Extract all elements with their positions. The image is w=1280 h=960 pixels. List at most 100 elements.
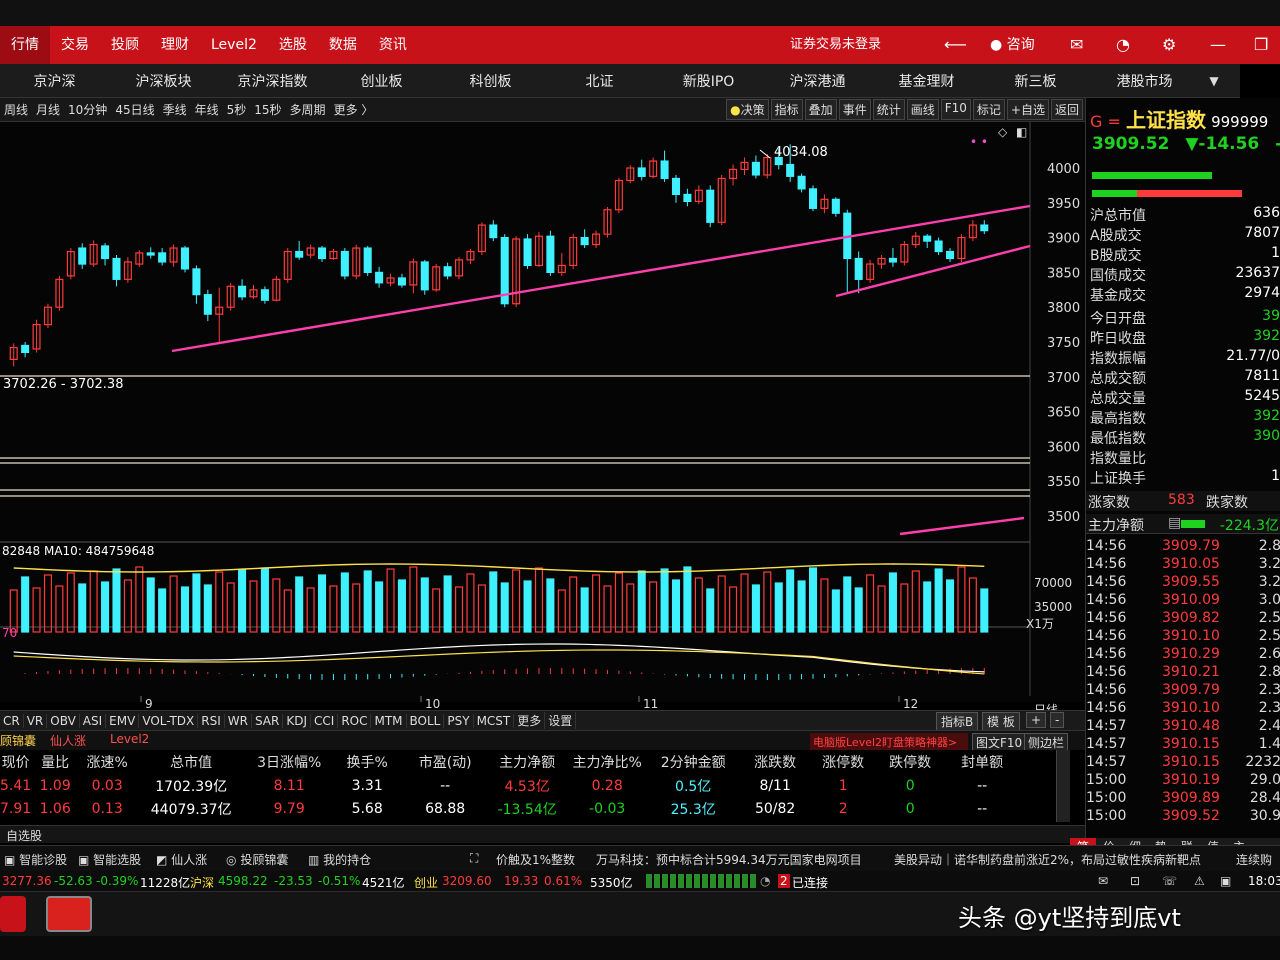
tray-icon-4[interactable]: ▣ bbox=[1220, 874, 1231, 888]
period-5sec[interactable]: 5秒 bbox=[223, 101, 251, 118]
mail-icon[interactable]: ✉ bbox=[1070, 26, 1083, 64]
trading-app-icon[interactable] bbox=[46, 896, 92, 932]
col-price[interactable]: 现价 bbox=[0, 750, 31, 774]
menu-quotes[interactable]: 行情 bbox=[0, 26, 50, 64]
ind-mtm[interactable]: MTM bbox=[371, 713, 407, 728]
kline-chart-area[interactable]: 4000 3950 3900 3850 3800 3750 3700 3650 3600 3550… bbox=[0, 122, 1085, 717]
tool-event[interactable]: 事件 bbox=[838, 99, 871, 120]
chart-pie-icon[interactable]: ◔ bbox=[1116, 26, 1130, 64]
tray-icon-1[interactable]: ⊡ bbox=[1130, 874, 1140, 888]
ind-obv[interactable]: OBV bbox=[47, 713, 80, 728]
menu-stock-picker[interactable]: 选股 bbox=[268, 26, 318, 64]
tab-connect[interactable]: 沪深港通 bbox=[763, 71, 872, 91]
tab-neeq[interactable]: 新三板 bbox=[981, 71, 1090, 91]
minimize-icon[interactable]: — bbox=[1210, 26, 1226, 64]
period-month[interactable]: 月线 bbox=[32, 101, 64, 118]
tab-ipo[interactable]: 新股IPO bbox=[654, 71, 763, 91]
login-status[interactable]: 证券交易未登录 bbox=[790, 26, 881, 64]
table-row[interactable]: 7.91 1.06 0.13 44079.37亿 9.79 5.68 68.88… bbox=[0, 797, 1019, 820]
ind-roc[interactable]: ROC bbox=[338, 713, 372, 728]
tab-hk[interactable]: 港股市场 bbox=[1090, 71, 1199, 91]
tab-self-select[interactable]: 自选股 bbox=[6, 827, 42, 844]
menu-level2[interactable]: Level2 bbox=[200, 26, 268, 64]
tray-icon-3[interactable]: ⚠ bbox=[1194, 874, 1205, 888]
zoom-in-button[interactable]: + bbox=[1026, 712, 1047, 728]
ind-wr[interactable]: WR bbox=[225, 713, 252, 728]
tab-level2[interactable]: Level2 bbox=[110, 732, 149, 746]
tool-draw[interactable]: 画线 bbox=[906, 99, 939, 120]
news-alert-4[interactable]: 连续购 bbox=[1236, 851, 1272, 868]
menu-news[interactable]: 资讯 bbox=[368, 26, 418, 64]
period-15sec[interactable]: 15秒 bbox=[250, 101, 285, 118]
level2-promo-link[interactable]: 电脑版Level2盯盘策略神器> bbox=[810, 733, 968, 750]
col-limit-up[interactable]: 涨停数 bbox=[811, 750, 875, 774]
col-2min-amt[interactable]: 2分钟金额 bbox=[647, 750, 739, 774]
col-pe[interactable]: 市盈(动) bbox=[403, 750, 487, 774]
tab-sector[interactable]: 沪深板块 bbox=[109, 71, 218, 91]
ind-cr[interactable]: CR bbox=[0, 713, 24, 728]
restore-icon[interactable]: ❐ bbox=[1254, 26, 1268, 64]
consult-button[interactable]: ● 咨询 bbox=[990, 26, 1035, 64]
ind-more[interactable]: 更多 bbox=[514, 712, 546, 729]
tool-add-watch[interactable]: +自选 bbox=[1006, 99, 1049, 120]
table-row[interactable]: 5.41 1.09 0.03 1702.39亿 8.11 3.31 -- 4.5… bbox=[0, 774, 1019, 797]
period-more[interactable]: 更多 〉 bbox=[330, 101, 378, 118]
menu-trade[interactable]: 交易 bbox=[50, 26, 100, 64]
news-alert-1[interactable]: 价触及1%整数 bbox=[496, 851, 575, 868]
ind-emv[interactable]: EMV bbox=[106, 713, 140, 728]
ind-psy[interactable]: PSY bbox=[444, 713, 474, 728]
tool-f10[interactable]: F10 bbox=[940, 99, 971, 120]
ind-settings[interactable]: 设置 bbox=[545, 712, 577, 729]
tool-my-holdings[interactable]: ▥ 我的持仓 bbox=[308, 851, 371, 868]
col-main-ratio[interactable]: 主力净比% bbox=[567, 750, 647, 774]
tool-indicator[interactable]: 指标 bbox=[770, 99, 803, 120]
tool-smart-diagnose[interactable]: ▣ 智能诊股 bbox=[4, 851, 67, 868]
gear-icon[interactable]: ⚙ bbox=[1162, 26, 1176, 64]
period-year[interactable]: 年线 bbox=[191, 101, 223, 118]
indicator-b-button[interactable]: 指标B bbox=[936, 712, 979, 731]
ind-vr[interactable]: VR bbox=[24, 713, 48, 728]
ind-cci[interactable]: CCI bbox=[311, 713, 339, 728]
tool-smart-select[interactable]: ▣ 智能选股 bbox=[78, 851, 141, 868]
period-quarter[interactable]: 季线 bbox=[159, 101, 191, 118]
period-week[interactable]: 周线 bbox=[0, 101, 32, 118]
template-button[interactable]: 模 板 bbox=[982, 712, 1020, 731]
period-45day[interactable]: 45日线 bbox=[111, 101, 158, 118]
period-10min[interactable]: 10分钟 bbox=[64, 101, 111, 118]
tool-stats[interactable]: 统计 bbox=[872, 99, 905, 120]
tool-overlay[interactable]: 叠加 bbox=[804, 99, 837, 120]
tool-decision[interactable]: ●决策 bbox=[726, 99, 769, 120]
ind-asi[interactable]: ASI bbox=[80, 713, 107, 728]
menu-finance[interactable]: 理财 bbox=[150, 26, 200, 64]
ind-sar[interactable]: SAR bbox=[252, 713, 284, 728]
col-speed[interactable]: 涨速% bbox=[79, 750, 135, 774]
col-turnover[interactable]: 换手% bbox=[331, 750, 403, 774]
tab-funds[interactable]: 基金理财 bbox=[872, 71, 981, 91]
col-limit-down[interactable]: 跌停数 bbox=[875, 750, 945, 774]
kline-svg[interactable]: 4000 3950 3900 3850 3800 3750 3700 3650 3600 3550… bbox=[0, 122, 1085, 722]
mail-tray-icon[interactable]: ✉ bbox=[1098, 874, 1108, 888]
news-alert-3[interactable]: 美股异动｜诺华制药盘前涨近2%，布局过敏性疾病新靶点 bbox=[894, 851, 1201, 868]
menu-advisor[interactable]: 投顾 bbox=[100, 26, 150, 64]
ind-mcst[interactable]: MCST bbox=[474, 713, 515, 728]
tool-xianrenzhang[interactable]: ◩ 仙人涨 bbox=[156, 851, 207, 868]
ind-vol-tdx[interactable]: VOL-TDX bbox=[139, 713, 199, 728]
tab-xianrenzhang[interactable]: 仙人涨 bbox=[50, 732, 86, 749]
expand-icon[interactable]: ⛶ bbox=[470, 851, 478, 866]
col-mktcap[interactable]: 总市值 bbox=[135, 750, 247, 774]
tab-index[interactable]: 京沪深指数 bbox=[218, 71, 327, 91]
tab-bj-sh-sz[interactable]: 京沪深 bbox=[0, 71, 109, 91]
col-main-net[interactable]: 主力净额 bbox=[487, 750, 567, 774]
tool-back[interactable]: 返回 bbox=[1050, 99, 1083, 120]
menu-data[interactable]: 数据 bbox=[318, 26, 368, 64]
col-3day[interactable]: 3日涨幅% bbox=[247, 750, 331, 774]
news-alert-2[interactable]: 万马科技：预中标合计5994.34万元国家电网项目 bbox=[596, 851, 862, 868]
tab-star[interactable]: 科创板 bbox=[436, 71, 545, 91]
col-updown[interactable]: 涨跌数 bbox=[739, 750, 811, 774]
ind-rsi[interactable]: RSI bbox=[198, 713, 225, 728]
back-arrow-icon[interactable]: ⟵ bbox=[944, 26, 967, 64]
tray-icon-2[interactable]: ☏ bbox=[1162, 874, 1177, 888]
tab-advisor-tips[interactable]: 顾锦囊 bbox=[0, 732, 36, 749]
period-multi[interactable]: 多周期 bbox=[286, 101, 330, 118]
tool-mark[interactable]: 标记 bbox=[972, 99, 1005, 120]
